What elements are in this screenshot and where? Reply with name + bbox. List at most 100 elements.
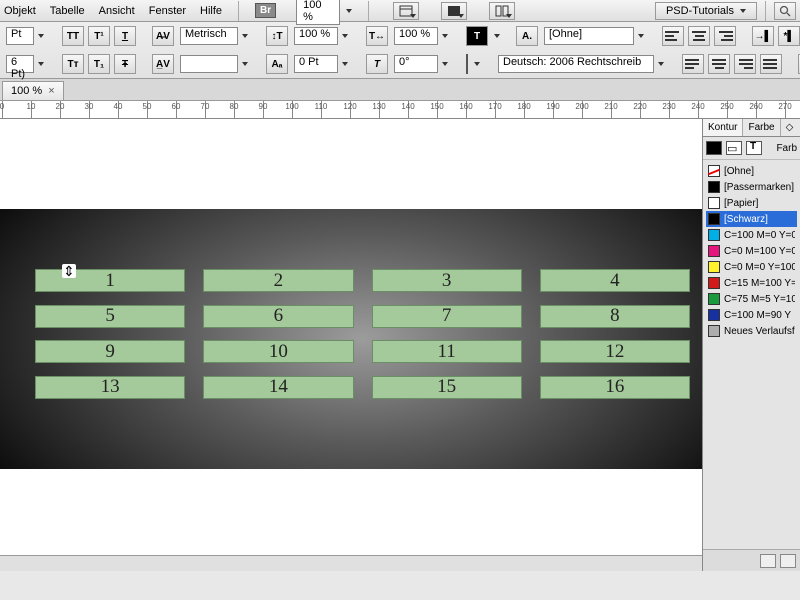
menu-objekt[interactable]: Objekt [4, 5, 36, 17]
stroke-swatch-none[interactable] [466, 54, 468, 74]
indent-firstline-button[interactable]: *▌ [778, 26, 800, 46]
table-cell[interactable]: 12 [540, 340, 690, 363]
leading-field[interactable]: 6 Pt) [6, 55, 34, 73]
close-icon[interactable]: × [48, 85, 54, 97]
chevron-down-icon[interactable] [442, 62, 448, 66]
fill-text-icon[interactable]: T [466, 26, 488, 46]
strikethrough-button[interactable]: Ŧ [114, 54, 136, 74]
chevron-down-icon[interactable] [38, 62, 44, 66]
table-cell[interactable]: 8 [540, 305, 690, 328]
chevron-down-icon[interactable] [638, 34, 644, 38]
document-tabbar: 100 % × [0, 79, 800, 101]
swatch-row[interactable]: [Passermarken] [706, 179, 797, 195]
menu-hilfe[interactable]: Hilfe [200, 5, 222, 17]
vscale-field[interactable]: 100 % [294, 27, 338, 45]
swatch-row[interactable]: C=0 M=100 Y=0 [706, 243, 797, 259]
swatch-row[interactable]: C=100 M=0 Y=0 [706, 227, 797, 243]
align-right-button[interactable] [714, 26, 736, 46]
justify-right-button[interactable] [734, 54, 756, 74]
table-cell[interactable]: 10 [203, 340, 353, 363]
chevron-down-icon[interactable] [442, 34, 448, 38]
kerning-field[interactable]: Metrisch [180, 27, 238, 45]
arrange-button[interactable] [489, 2, 515, 20]
view-options-button[interactable] [393, 2, 419, 20]
swatch-color-icon [708, 229, 720, 241]
table-cell[interactable]: 15 [372, 376, 522, 399]
chevron-down-icon[interactable] [242, 62, 248, 66]
skew-field[interactable]: 0° [394, 55, 438, 73]
underline-button[interactable]: T [114, 26, 136, 46]
font-size-field[interactable]: Pt [6, 27, 34, 45]
zoom-dropdown-icon[interactable] [346, 9, 352, 13]
subscript-button[interactable]: T₁ [88, 54, 110, 74]
language-field[interactable]: Deutsch: 2006 Rechtschreib [498, 55, 654, 73]
align-left-button[interactable] [662, 26, 684, 46]
stroke-proxy-icon[interactable]: ▭ [726, 141, 742, 155]
chevron-down-icon[interactable] [658, 62, 664, 66]
screen-mode-button[interactable] [441, 2, 467, 20]
menu-tabelle[interactable]: Tabelle [50, 5, 85, 17]
chevron-down-icon[interactable] [342, 34, 348, 38]
swatch-row[interactable]: C=15 M=100 Y= [706, 275, 797, 291]
chevron-down-icon[interactable] [342, 62, 348, 66]
delete-swatch-button[interactable] [780, 554, 796, 568]
menu-fenster[interactable]: Fenster [149, 5, 186, 17]
swatch-row[interactable]: [Papier] [706, 195, 797, 211]
table-cell[interactable]: 16 [540, 376, 690, 399]
swatch-row[interactable]: C=75 M=5 Y=10 [706, 291, 797, 307]
smallcaps-button[interactable]: Tᴛ [62, 54, 84, 74]
chevron-down-icon[interactable] [494, 34, 500, 38]
justify-left-button[interactable] [682, 54, 704, 74]
justify-center-button[interactable] [708, 54, 730, 74]
horizontal-ruler[interactable]: 0102030405060708090100110120130140150160… [0, 101, 800, 119]
justify-full-button[interactable] [760, 54, 782, 74]
new-swatch-button[interactable] [760, 554, 776, 568]
table-cell[interactable]: 3 [372, 269, 522, 292]
separator [368, 1, 369, 21]
workspace-switcher[interactable]: PSD-Tutorials [655, 2, 757, 20]
table-cell[interactable]: 9 [35, 340, 185, 363]
swatch-row[interactable]: [Schwarz] [706, 211, 797, 227]
menu-ansicht[interactable]: Ansicht [99, 5, 135, 17]
swatch-row[interactable]: Neues Verlaufsfe [706, 323, 797, 339]
table-cell[interactable]: 7 [372, 305, 522, 328]
swatch-label: [Schwarz] [724, 214, 768, 225]
swatch-label: C=0 M=0 Y=100 [724, 262, 795, 273]
swatch-row[interactable]: [Ohne] [706, 163, 797, 179]
zoom-field[interactable]: 100 % [296, 0, 340, 25]
tab-overflow[interactable]: ◇ [781, 119, 800, 136]
document-tab[interactable]: 100 % × [2, 81, 64, 100]
tab-farbe[interactable]: Farbe [743, 119, 780, 136]
table-cell[interactable]: 1 [35, 269, 185, 292]
table-cell[interactable]: 13 [35, 376, 185, 399]
tracking-field[interactable] [180, 55, 238, 73]
horizontal-scrollbar[interactable] [0, 555, 702, 571]
bridge-button[interactable]: Br [255, 3, 276, 18]
allcaps-button[interactable]: TT [62, 26, 84, 46]
baseline-field[interactable]: 0 Pt [294, 55, 338, 73]
tab-kontur[interactable]: Kontur [703, 119, 743, 136]
table-cell[interactable]: 4 [540, 269, 690, 292]
superscript-button[interactable]: T¹ [88, 26, 110, 46]
table-cell[interactable]: 14 [203, 376, 353, 399]
table-cell[interactable]: 2 [203, 269, 353, 292]
chevron-down-icon[interactable] [474, 62, 480, 66]
document-tab-label: 100 % [11, 85, 42, 97]
table-cell[interactable]: 5 [35, 305, 185, 328]
align-center-button[interactable] [688, 26, 710, 46]
chevron-down-icon[interactable] [38, 34, 44, 38]
search-button[interactable] [774, 2, 796, 20]
indent-left-button[interactable]: →▌ [752, 26, 774, 46]
swatch-row[interactable]: C=100 M=90 Y [706, 307, 797, 323]
table-cell[interactable]: 11 [372, 340, 522, 363]
char-style-field[interactable]: [Ohne] [544, 27, 634, 45]
chevron-down-icon[interactable] [242, 34, 248, 38]
fill-proxy-icon[interactable] [706, 141, 722, 155]
swatch-row[interactable]: C=0 M=0 Y=100 [706, 259, 797, 275]
canvas-area[interactable]: 12345678910111213141516 ⇕ Kontur Farbe ◇… [0, 119, 800, 571]
swatch-color-icon [708, 293, 720, 305]
format-text-icon[interactable] [746, 141, 762, 155]
baseline-icon: Aₐ [266, 54, 288, 74]
table-cell[interactable]: 6 [203, 305, 353, 328]
hscale-field[interactable]: 100 % [394, 27, 438, 45]
